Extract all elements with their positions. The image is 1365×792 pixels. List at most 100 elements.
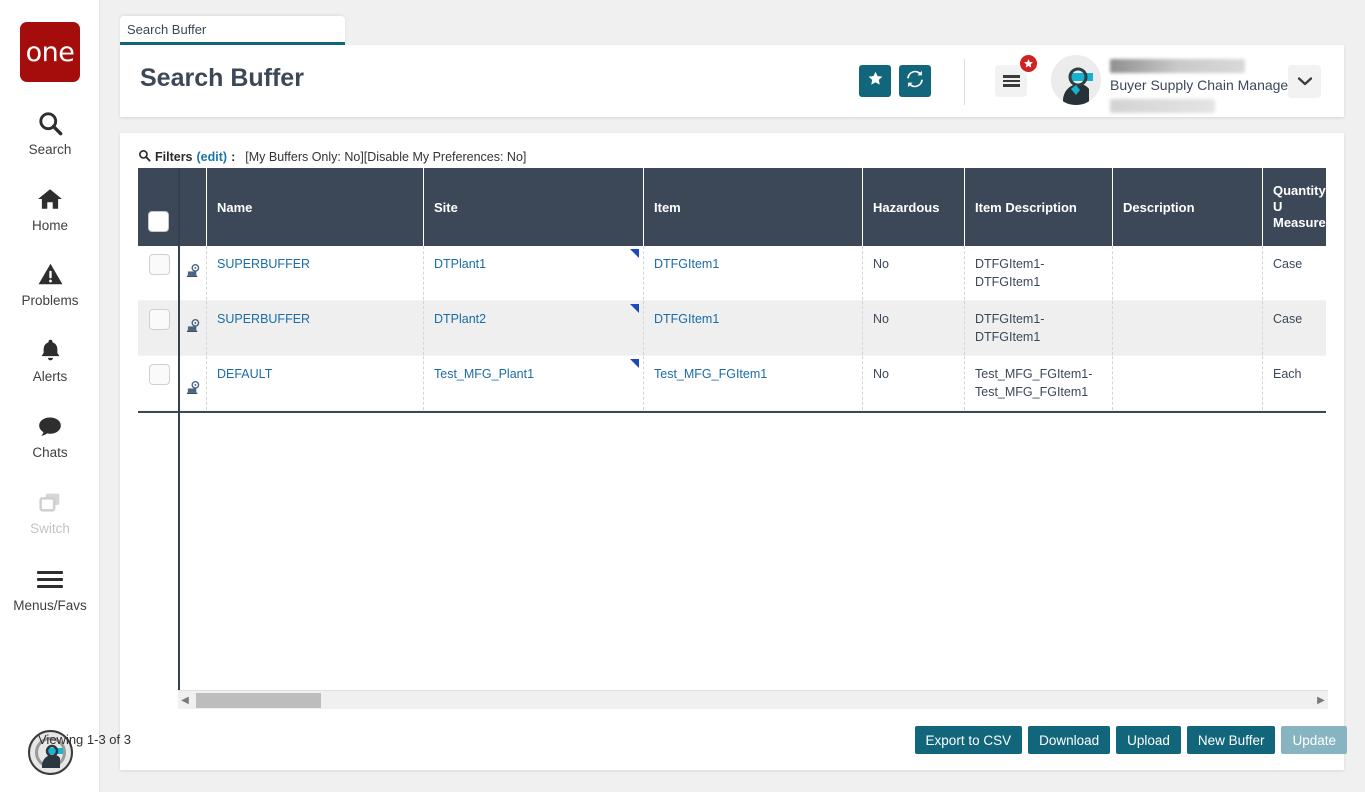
- row-item-link[interactable]: DTFGItem1: [654, 312, 719, 326]
- sidebar-item-label: Alerts: [33, 369, 68, 384]
- search-icon: [37, 106, 64, 140]
- filters-edit-link[interactable]: (edit): [197, 150, 228, 164]
- filters-bar: Filters (edit) : [My Buffers Only: No][D…: [138, 149, 526, 165]
- row-checkbox[interactable]: [149, 364, 170, 385]
- upload-button[interactable]: Upload: [1116, 726, 1181, 754]
- page-title: Search Buffer: [140, 64, 304, 93]
- refresh-icon: [906, 70, 924, 93]
- sidebar-item-label: Menus/Favs: [13, 598, 87, 613]
- avatar[interactable]: [1051, 55, 1101, 105]
- sidebar-item-menus-favs[interactable]: Menus/Favs: [0, 562, 100, 613]
- row-select-cell: [138, 356, 180, 410]
- action-buttons: Export to CSV Download Upload New Buffer…: [915, 726, 1347, 754]
- update-button: Update: [1281, 726, 1347, 754]
- select-all-cell: [138, 168, 180, 246]
- sidebar-item-label: Problems: [21, 293, 78, 308]
- user-name-redacted: [1110, 59, 1245, 73]
- row-item-cell: DTFGItem1: [644, 246, 863, 300]
- table-header-quantity-uom[interactable]: Quantity U Measure: [1263, 168, 1326, 246]
- row-site-link[interactable]: Test_MFG_Plant1: [434, 367, 534, 381]
- row-hazardous-cell: No: [863, 356, 965, 410]
- table-header-name[interactable]: Name: [207, 168, 424, 246]
- row-site-cell: DTPlant1: [424, 246, 644, 300]
- user-info: Buyer Supply Chain Manager: [1110, 59, 1285, 113]
- export-to-csv-button[interactable]: Export to CSV: [915, 726, 1023, 754]
- user-menu-button[interactable]: [1288, 65, 1321, 98]
- row-type-cell: [180, 356, 207, 410]
- row-select-cell: [138, 301, 180, 355]
- table-header-hazardous[interactable]: Hazardous: [863, 168, 965, 246]
- row-name-link[interactable]: DEFAULT: [217, 367, 272, 381]
- scrollbar-thumb[interactable]: [196, 693, 321, 708]
- table-horizontal-scrollbar[interactable]: ◀ ▶: [178, 690, 1328, 709]
- row-description-cell: [1113, 301, 1263, 355]
- buffer-icon: [186, 263, 201, 283]
- cell-note-indicator-icon: [630, 359, 639, 368]
- row-item-description-cell: DTFGItem1-DTFGItem1: [965, 301, 1113, 355]
- filters-label: Filters: [155, 150, 193, 164]
- table-header-row: Name Site Item Hazardous Item Descriptio…: [138, 168, 1326, 246]
- new-buffer-button[interactable]: New Buffer: [1187, 726, 1276, 754]
- logo-text: one: [26, 39, 75, 66]
- star-icon: [867, 70, 884, 92]
- table-header-item[interactable]: Item: [644, 168, 863, 246]
- table-header-site[interactable]: Site: [424, 168, 644, 246]
- app-logo[interactable]: one: [20, 22, 80, 82]
- sidebar-item-alerts[interactable]: Alerts: [0, 333, 100, 384]
- row-type-cell: [180, 246, 207, 300]
- download-button[interactable]: Download: [1028, 726, 1110, 754]
- row-name-link[interactable]: SUPERBUFFER: [217, 257, 310, 271]
- filters-values: [My Buffers Only: No][Disable My Prefere…: [245, 150, 526, 164]
- user-org-redacted: [1110, 99, 1215, 113]
- record-count: Viewing 1-3 of 3: [38, 732, 131, 747]
- table-row[interactable]: DEFAULT Test_MFG_Plant1 Test_MFG_FGItem1…: [138, 356, 1326, 411]
- row-hazardous-cell: No: [863, 301, 965, 355]
- sidebar-item-search[interactable]: Search: [0, 106, 100, 157]
- scrollbar-track[interactable]: [192, 692, 1314, 709]
- table-row[interactable]: SUPERBUFFER DTPlant1 DTFGItem1 No DTFGIt…: [138, 246, 1326, 301]
- table-row[interactable]: SUPERBUFFER DTPlant2 DTFGItem1 No DTFGIt…: [138, 301, 1326, 356]
- row-name-link[interactable]: SUPERBUFFER: [217, 312, 310, 326]
- row-quantity-uom-cell: Case: [1263, 246, 1326, 300]
- scroll-right-arrow-icon[interactable]: ▶: [1314, 695, 1328, 706]
- app-root: one Search Home Problems: [0, 0, 1365, 792]
- sidebar-item-home[interactable]: Home: [0, 182, 100, 233]
- table-left-border: [178, 168, 180, 708]
- table-header-description[interactable]: Description: [1113, 168, 1263, 246]
- row-item-description-cell: Test_MFG_FGItem1-Test_MFG_FGItem1: [965, 356, 1113, 410]
- row-item-link[interactable]: Test_MFG_FGItem1: [654, 367, 767, 381]
- sidebar-item-problems[interactable]: Problems: [0, 257, 100, 308]
- sidebar-item-label: Search: [29, 142, 72, 157]
- scroll-left-arrow-icon[interactable]: ◀: [178, 695, 192, 706]
- row-name-cell: DEFAULT: [207, 356, 424, 410]
- refresh-button[interactable]: [899, 65, 931, 97]
- bell-icon: [38, 333, 63, 367]
- switch-icon: [36, 485, 64, 519]
- sidebar-item-chats[interactable]: Chats: [0, 409, 100, 460]
- row-type-cell: [180, 301, 207, 355]
- table-header-item-description[interactable]: Item Description: [965, 168, 1113, 246]
- row-checkbox[interactable]: [149, 254, 170, 275]
- star-badge-icon: [1018, 53, 1039, 74]
- user-role: Buyer Supply Chain Manager: [1110, 77, 1285, 93]
- table-header-icon-col: [180, 168, 207, 246]
- main-content-card: Filters (edit) : [My Buffers Only: No][D…: [120, 133, 1344, 770]
- select-all-checkbox[interactable]: [148, 211, 169, 232]
- table-bottom-rule: [138, 411, 1326, 413]
- page-header: Search Buffer: [120, 45, 1344, 117]
- sidebar-item-switch: Switch: [0, 485, 100, 536]
- buffer-icon: [186, 318, 201, 338]
- row-site-link[interactable]: DTPlant2: [434, 312, 486, 326]
- buffer-table: Name Site Item Hazardous Item Descriptio…: [138, 168, 1326, 706]
- cell-note-indicator-icon: [630, 249, 639, 258]
- row-item-link[interactable]: DTFGItem1: [654, 257, 719, 271]
- browser-tab-search-buffer[interactable]: Search Buffer: [120, 16, 345, 45]
- favorite-button[interactable]: [859, 65, 891, 97]
- row-site-link[interactable]: DTPlant1: [434, 257, 486, 271]
- sidebar-item-label: Home: [32, 218, 68, 233]
- chat-icon: [36, 409, 64, 443]
- row-description-cell: [1113, 246, 1263, 300]
- header-divider: [964, 59, 965, 105]
- row-checkbox[interactable]: [149, 309, 170, 330]
- cell-note-indicator-icon: [630, 304, 639, 313]
